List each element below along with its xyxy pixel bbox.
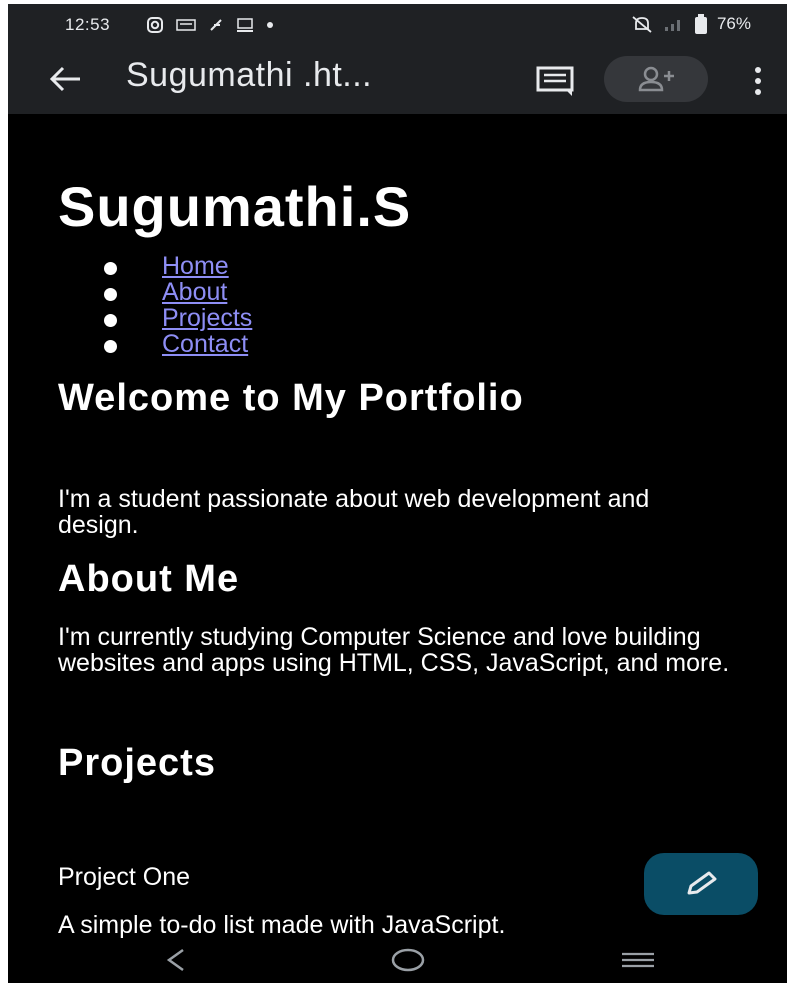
back-arrow-icon[interactable] — [46, 62, 86, 96]
system-nav-bar — [8, 939, 787, 983]
projects-heading: Projects — [58, 742, 216, 784]
app-bar: Sugumathi .ht... — [8, 44, 787, 114]
status-icons-right: 76% — [631, 14, 751, 34]
nav-link-contact[interactable]: Contact — [162, 330, 248, 359]
fire-icon — [210, 19, 222, 31]
project-one-title: Project One — [58, 863, 191, 891]
welcome-heading: Welcome to My Portfolio — [58, 377, 524, 419]
bullet — [104, 340, 117, 353]
about-text: I'm currently studying Computer Science … — [58, 623, 730, 677]
page-content: Sugumathi.S Home About Projects Contact … — [8, 114, 787, 939]
add-user-icon — [638, 66, 674, 92]
bullet — [104, 288, 117, 301]
status-icons-left — [146, 16, 274, 34]
bullet — [104, 314, 117, 327]
edit-fab-button[interactable] — [644, 853, 758, 915]
phone-screen: 12:53 76% Sugumathi .ht... Sugumathi.S H… — [8, 4, 787, 983]
document-title: Sugumathi .ht... — [126, 56, 373, 94]
instagram-icon — [147, 17, 163, 33]
page-title: Sugumathi.S — [58, 175, 412, 238]
add-user-button[interactable] — [604, 56, 708, 102]
pencil-icon — [687, 871, 717, 895]
nav-link-about[interactable]: About — [162, 278, 227, 307]
bullet — [104, 262, 117, 275]
dot-icon — [267, 22, 273, 28]
battery-percent: 76% — [716, 14, 751, 33]
comment-icon[interactable] — [534, 64, 578, 98]
news-icon — [176, 19, 196, 31]
project-one-description: A simple to-do list made with JavaScript… — [58, 911, 506, 939]
more-vert-icon[interactable] — [748, 64, 768, 98]
about-heading: About Me — [58, 558, 240, 600]
nav-link-home[interactable]: Home — [162, 252, 229, 281]
battery-icon — [694, 14, 707, 34]
signal-icon — [664, 20, 680, 31]
nav-back-icon[interactable] — [163, 947, 189, 973]
nav-home-icon[interactable] — [390, 947, 426, 973]
nav-recents-icon[interactable] — [620, 950, 656, 970]
status-bar: 12:53 76% — [8, 4, 787, 44]
mute-icon — [632, 16, 652, 33]
nav-link-projects[interactable]: Projects — [162, 304, 252, 333]
welcome-text: I'm a student passionate about web devel… — [58, 485, 650, 539]
status-time: 12:53 — [65, 15, 111, 34]
cast-icon — [237, 18, 253, 32]
